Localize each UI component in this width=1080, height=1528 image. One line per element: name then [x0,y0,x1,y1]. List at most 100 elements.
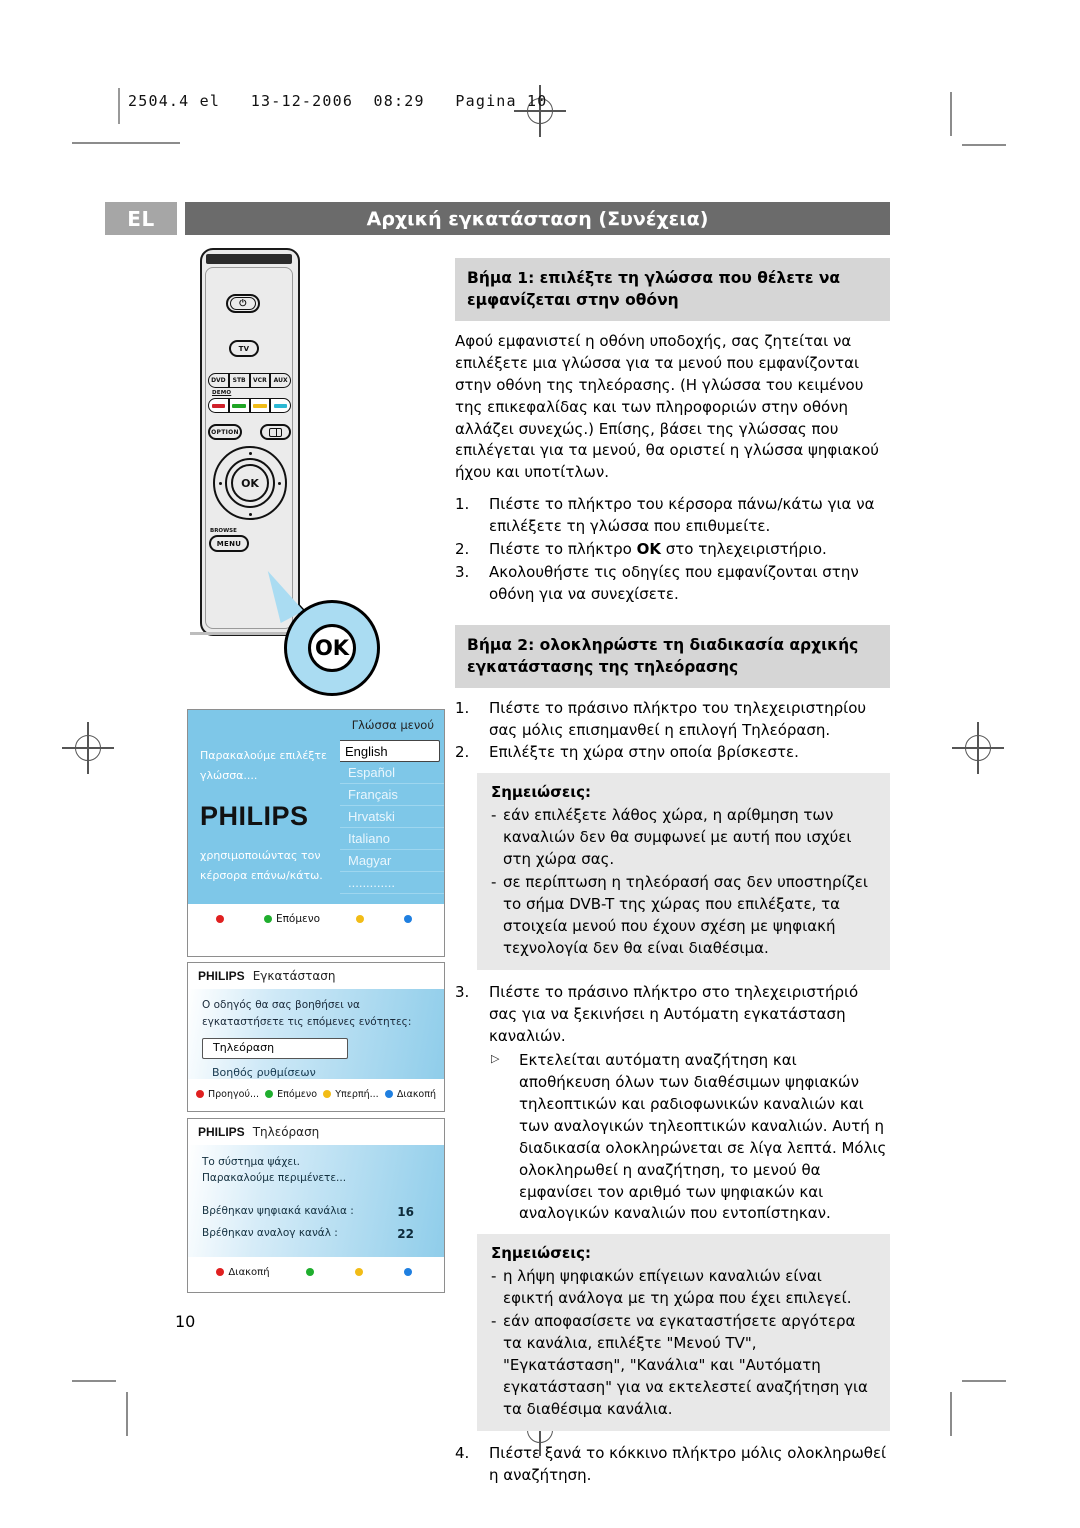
dash-icon: - [491,806,497,825]
tv3-digital-label: Βρέθηκαν ψηφιακά κανάλια : [202,1204,354,1217]
step2-list-continued: 3. Πιέστε το πράσινο πλήκτρο στο τηλεχει… [455,982,890,1225]
power-button[interactable]: ⏻ [226,294,260,313]
tv1-body: Παρακαλούμε επιλέξτε γλώσσα.... PHILIPS … [188,736,444,904]
cursor-down-dot-icon [248,513,252,516]
green-color-button[interactable] [228,398,250,413]
green-led-icon [263,915,272,923]
step2-item-3-subbullet-text: Εκτελείται αυτόματη αναζήτηση και αποθήκ… [519,1051,887,1223]
tv2-brand-logo: PHILIPS [198,969,245,983]
ok-button[interactable]: OK [231,464,269,502]
step1-item-2-num: 2. [455,540,470,559]
aux-button[interactable]: AUX [270,373,291,388]
crop-mark-bottom-right-v [950,1392,952,1436]
language-option-francais[interactable]: Français [340,784,444,806]
note-box-1-list: - εάν επιλέξετε λάθος χώρα, η αρίθμηση τ… [491,805,876,959]
note-box-1: Σημειώσεις: - εάν επιλέξετε λάθος χώρα, … [477,773,890,971]
tv1-language-list: English Español Français Hrvatski Italia… [336,736,444,904]
step1-heading: Βήμα 1: επιλέξτε τη γλώσσα που θέλετε να… [455,258,890,321]
tv1-prompt-line4: κέρσορα επάνω/κάτω. [200,869,323,883]
tv1-footer-blue[interactable] [403,915,416,923]
note-box-2-list: - η λήψη ψηφιακών επίγειων καναλιών είνα… [491,1266,876,1420]
cursor-left-dot-icon [219,481,222,485]
step2-item-2: 2. Επιλέξτε τη χώρα στην οποία βρίσκεστε… [455,742,890,764]
red-led-icon [196,1090,204,1098]
tv2-footer: Προηγού... Επόμενο Υπερπή... Διακοπή [188,1079,444,1109]
step2-list-final: 4. Πιέστε ξανά το κόκκινο πλήκτρο μόλις … [455,1443,890,1487]
tv1-header-title: Γλώσσα μενού [351,718,434,732]
note-box-2-bullet-2-text: εάν αποφασίσετε να εγκαταστήσετε αργότερ… [503,1311,868,1418]
blue-led-icon [384,1090,393,1098]
triangle-bullet-icon: ▷ [491,1052,500,1066]
book-button[interactable] [260,424,291,440]
yellow-color-button[interactable] [249,398,271,413]
crop-mark-bottom-left-h [72,1380,116,1382]
tv2-line1: Ο οδηγός θα σας βοηθήσει να [202,999,360,1011]
step2-item-3-subbullet: ▷ Εκτελείται αυτόματη αναζήτηση και αποθ… [489,1050,890,1225]
tv2-selected-option-television[interactable]: Τηλεόραση [202,1037,348,1059]
tv-button[interactable]: TV [229,340,259,357]
tv1-footer-green[interactable]: Επόμενο [263,913,320,925]
dvd-button[interactable]: DVD [208,373,229,388]
tv3-analog-value: 22 [397,1227,414,1242]
cursor-up-dot-icon [248,452,252,455]
language-option-more[interactable]: ............. [340,872,444,894]
note-box-1-bullet-2-text: σε περίπτωση η τηλεόρασή σας δεν υποστηρ… [503,872,868,957]
language-option-italiano[interactable]: Italiano [340,828,444,850]
cyan-color-button[interactable] [270,398,291,413]
language-option-hrvatski[interactable]: Hrvatski [340,806,444,828]
tv2-header-title: Εγκατάσταση [252,969,336,983]
tv2-footer-red[interactable]: Προηγού... [196,1089,259,1100]
tv3-footer-blue[interactable] [403,1268,416,1276]
step2-heading: Βήμα 2: ολοκληρώστε τη διαδικασία αρχική… [455,624,890,688]
language-option-magyar[interactable]: Magyar [340,850,444,872]
tv2-footer-blue-label: Διακοπή [396,1088,436,1100]
registration-mark-right [952,722,1004,774]
note-box-2: Σημειώσεις: - η λήψη ψηφιακών επίγειων κ… [477,1234,890,1432]
dash-icon: - [491,1311,497,1330]
tv1-prompt-bottom: χρησιμοποιώντας τον κέρσορα επάνω/κάτω. [200,846,323,887]
crop-mark-top-left-h [72,142,180,144]
remote-ir-window [206,254,292,264]
vcr-button[interactable]: VCR [249,373,271,388]
tv2-footer-green[interactable]: Επόμενο [265,1089,317,1100]
tv1-prompt-line1: Παρακαλούμε επιλέξτε [200,749,327,762]
tv1-footer: Επόμενο [188,904,444,934]
power-icon: ⏻ [230,297,256,310]
tv2-line2: εγκαταστήσετε τις επόμενες ενότητες: [202,1016,412,1029]
page-title: Αρχική εγκατάσταση (Συνέχεια) [185,202,890,235]
tv2-footer-yellow[interactable]: Υπερπή... [323,1089,379,1100]
crop-mark-top-right-v [950,92,952,136]
tv3-footer-yellow[interactable] [354,1268,367,1276]
step2-item-3: 3. Πιέστε το πράσινο πλήκτρο στο τηλεχει… [455,982,890,1225]
tv1-brand-logo: PHILIPS [200,801,309,831]
note-box-2-bullet-2: - εάν αποφασίσετε να εγκαταστήσετε αργότ… [491,1311,876,1420]
stb-button[interactable]: STB [228,373,250,388]
tv1-prompt-line2: γλώσσα.... [200,769,258,783]
step1-item-3-text: Ακολουθήστε τις οδηγίες που εμφανίζονται… [489,562,859,603]
tv1-footer-red[interactable] [215,915,228,923]
step2-item-1-num: 1. [455,698,470,717]
red-led-icon [216,1268,225,1276]
option-button[interactable]: OPTION [208,424,242,440]
red-color-button[interactable] [208,398,229,413]
tv1-left-panel: Παρακαλούμε επιλέξτε γλώσσα.... PHILIPS … [188,736,340,904]
menu-button[interactable]: MENU [209,535,249,552]
demo-label: DEMO [212,390,232,396]
tv2-footer-blue[interactable]: Διακοπή [384,1088,436,1100]
tv3-analog-row: Βρέθηκαν αναλογ κανάλ : 22 [202,1225,432,1244]
blue-led-icon [403,915,412,923]
language-option-espanol[interactable]: Español [340,762,444,784]
language-option-english[interactable]: English [336,740,440,762]
tv3-analog-label: Βρέθηκαν αναλογ κανάλ : [202,1227,338,1240]
tv1-footer-yellow[interactable] [355,915,368,923]
step1-item-3-num: 3. [455,562,470,581]
tv3-header-title: Τηλεόραση [252,1125,320,1139]
yellow-led-icon [355,915,364,923]
tv3-footer-red[interactable]: Διακοπή [216,1267,270,1278]
tv3-footer-green[interactable] [306,1268,318,1276]
tv3-line2: Παρακαλούμε περιμένετε... [202,1172,347,1185]
step1-item-2-text: Πιέστε το πλήκτρο OK στο τηλεχειριστήριο… [489,540,827,559]
tv-screen-language-menu: Γλώσσα μενού Παρακαλούμε επιλέξτε γλώσσα… [187,709,445,957]
cursor-right-dot-icon [278,481,281,485]
tv3-body: Το σύστημα ψάχει. Παρακαλούμε περιμένετε… [188,1145,444,1257]
